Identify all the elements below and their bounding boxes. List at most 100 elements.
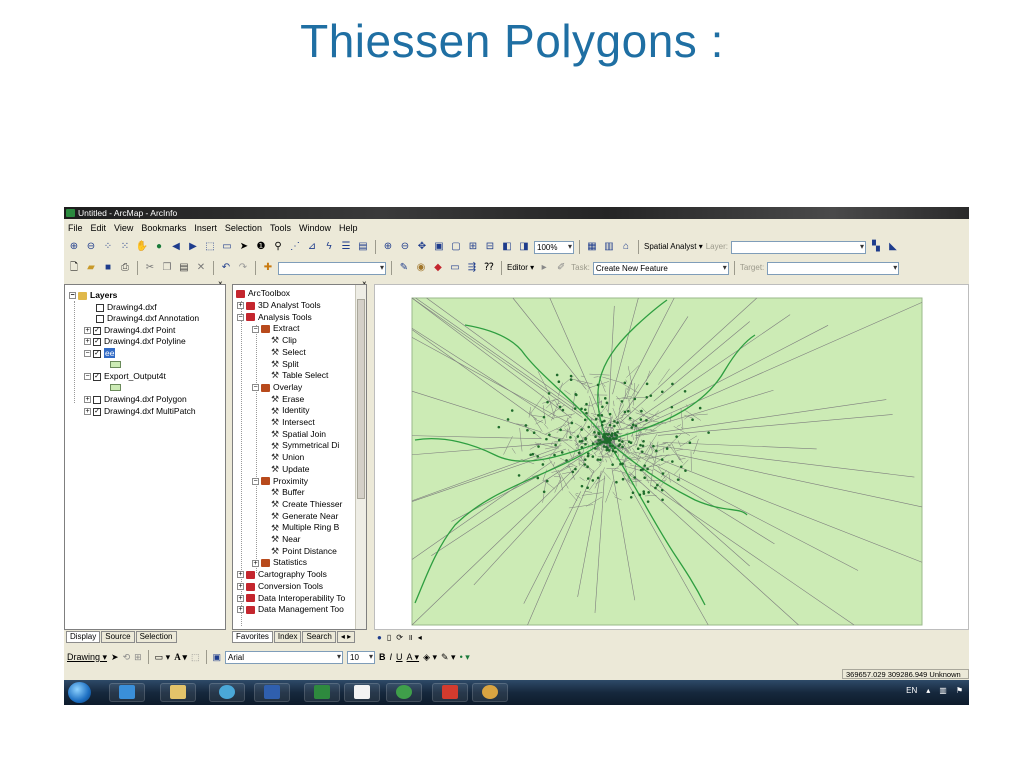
expand-icon[interactable]: + xyxy=(252,559,259,567)
bold-icon[interactable]: B xyxy=(379,652,386,662)
tab-display[interactable]: Display xyxy=(66,631,101,643)
layout-view-icon[interactable]: ▯ xyxy=(387,632,391,644)
print-icon[interactable]: ⎙ xyxy=(118,261,132,275)
window-titlebar[interactable]: Untitled - ArcMap - ArcInfo xyxy=(64,207,969,219)
tab-favorites[interactable]: Favorites xyxy=(232,631,273,643)
forward-arrow-icon[interactable]: ▶ xyxy=(186,240,200,254)
toolbox-item-table-select[interactable]: ⚒ Table Select xyxy=(271,370,328,381)
presentation-app-icon[interactable] xyxy=(432,683,468,702)
go-back-extent-icon[interactable]: ◧ xyxy=(500,240,514,254)
select-elements-arrow-icon[interactable]: ➤ xyxy=(111,652,119,663)
toolbox-item-data-interoperability-to[interactable]: + Data Interoperability To xyxy=(237,593,345,604)
toc-layer-export-output[interactable]: − ✓ Export_Output4t xyxy=(84,371,166,382)
drawing-menu[interactable]: Drawing ▾ xyxy=(67,652,107,663)
spatial-analyst-menu[interactable]: Spatial Analyst ▾ xyxy=(644,240,703,254)
toolbox-item-erase[interactable]: ⚒ Erase xyxy=(271,394,304,405)
menu-tools[interactable]: Tools xyxy=(270,221,291,235)
edit-vertices-icon[interactable]: ⬚ xyxy=(191,652,200,663)
clear-selection-icon[interactable]: ▭ xyxy=(220,240,234,254)
toolbox-item-symmetrical-di[interactable]: ⚒ Symmetrical Di xyxy=(271,440,339,451)
toolbox-item-split[interactable]: ⚒ Split xyxy=(271,359,299,370)
toolbox-item-update[interactable]: ⚒ Update xyxy=(271,464,310,475)
command-line-icon[interactable]: ▭ xyxy=(448,261,462,275)
arccatalog-icon[interactable]: ◉ xyxy=(414,261,428,275)
expand-icon[interactable]: + xyxy=(84,327,91,335)
collapse-icon[interactable]: − xyxy=(252,477,259,485)
language-indicator[interactable]: EN xyxy=(906,686,917,695)
font-name-combo[interactable]: Arial xyxy=(225,650,344,664)
menu-insert[interactable]: Insert xyxy=(194,221,217,235)
toc-layer-drawing4[interactable]: Drawing4.dxf xyxy=(96,302,157,313)
collapse-icon[interactable]: − xyxy=(252,325,259,333)
toolbox-item-proximity[interactable]: − Proximity xyxy=(252,476,308,487)
toolbox-item-cartography-tools[interactable]: + Cartography Tools xyxy=(237,569,327,580)
task-combo[interactable]: Create New Feature xyxy=(592,261,729,275)
identify-icon[interactable]: ❶ xyxy=(254,240,268,254)
menu-view[interactable]: View xyxy=(114,221,133,235)
layer-checkbox-checked[interactable]: ✓ xyxy=(93,372,101,381)
toolbox-item-extract[interactable]: − Extract xyxy=(252,323,299,334)
html-popup-icon[interactable]: ☰ xyxy=(339,240,353,254)
menu-bookmarks[interactable]: Bookmarks xyxy=(141,221,186,235)
toolbox-item-create-thiesser[interactable]: ⚒ Create Thiesser xyxy=(271,499,342,510)
layer-checkbox[interactable] xyxy=(93,395,101,404)
zoom-to-selected-icon[interactable]: ⊞ xyxy=(134,652,142,663)
layout-pan-icon[interactable]: ✥ xyxy=(415,240,429,254)
go-to-xy-icon[interactable]: ⋰ xyxy=(288,240,302,254)
toolbox-item-select[interactable]: ⚒ Select xyxy=(271,347,306,358)
fixed-zoom-in-icon[interactable]: ⁘ xyxy=(101,240,115,254)
paste-icon[interactable]: ▤ xyxy=(177,261,191,275)
fixed-zoom-out-icon[interactable]: ⁙ xyxy=(118,240,132,254)
whats-this-icon[interactable]: ⁇ xyxy=(482,261,496,275)
toolbox-item-near[interactable]: ⚒ Near xyxy=(271,534,301,545)
layer-checkbox[interactable] xyxy=(96,303,104,312)
export-output-symbol-swatch[interactable] xyxy=(110,384,121,391)
raster-icon[interactable]: ◣ xyxy=(886,240,900,254)
collapse-icon[interactable]: − xyxy=(84,350,91,358)
ee-symbol-swatch[interactable] xyxy=(110,361,121,368)
expand-icon[interactable]: + xyxy=(84,408,91,416)
hyperlink-icon[interactable]: ϟ xyxy=(322,240,336,254)
expand-icon[interactable]: + xyxy=(237,594,244,602)
shp-epa-icon[interactable] xyxy=(344,683,380,702)
expand-icon[interactable]: + xyxy=(84,396,91,404)
histogram-icon[interactable]: ▚ xyxy=(869,240,883,254)
toolbox-item-intersect[interactable]: ⚒ Intersect xyxy=(271,417,315,428)
redo-icon[interactable]: ↷ xyxy=(236,261,250,275)
expand-icon[interactable]: + xyxy=(237,606,244,614)
excel-icon[interactable] xyxy=(304,683,340,702)
line-color-icon[interactable]: ✎ ▾ xyxy=(441,652,456,663)
toolbox-scrollbar[interactable] xyxy=(355,285,366,629)
toolbox-item-conversion-tools[interactable]: + Conversion Tools xyxy=(237,581,323,592)
toolbox-item-clip[interactable]: ⚒ Clip xyxy=(271,335,297,346)
italic-icon[interactable]: I xyxy=(390,652,393,662)
toolbox-item-union[interactable]: ⚒ Union xyxy=(271,452,304,463)
toolbox-item-statistics[interactable]: + Statistics xyxy=(252,557,307,568)
toolbox-item-identity[interactable]: ⚒ Identity xyxy=(271,405,309,416)
back-arrow-icon[interactable]: ◀ xyxy=(169,240,183,254)
copy-icon[interactable]: ❐ xyxy=(160,261,174,275)
pan-hand-icon[interactable]: ✋ xyxy=(135,240,149,254)
menu-file[interactable]: File xyxy=(68,221,83,235)
expand-icon[interactable]: + xyxy=(237,571,244,579)
toc-layer-ee[interactable]: − ✓ ee xyxy=(84,348,116,359)
menu-window[interactable]: Window xyxy=(299,221,331,235)
collapse-icon[interactable]: − xyxy=(252,384,259,392)
map-scale-combo[interactable] xyxy=(278,261,386,275)
file-explorer-icon[interactable] xyxy=(160,683,196,702)
toolbox-item-spatial-join[interactable]: ⚒ Spatial Join xyxy=(271,429,326,440)
zoom-percent-combo[interactable]: 100% xyxy=(534,240,574,254)
toolbox-item-point-distance[interactable]: ⚒ Point Distance xyxy=(271,546,337,557)
rotate-icon[interactable]: ⟲ xyxy=(123,652,131,663)
toc-layer-point[interactable]: + ✓ Drawing4.dxf Point xyxy=(84,325,175,336)
expand-icon[interactable]: + xyxy=(237,302,244,310)
expand-icon[interactable]: + xyxy=(237,583,244,591)
time-slider-icon[interactable]: ▤ xyxy=(356,240,370,254)
toolbox-item-multiple-ring-b[interactable]: ⚒ Multiple Ring B xyxy=(271,522,339,533)
toggle-draft-icon[interactable]: ▦ xyxy=(585,240,599,254)
word-icon[interactable] xyxy=(254,683,290,702)
new-document-icon[interactable]: 🗋 xyxy=(67,261,81,275)
paint-icon[interactable] xyxy=(472,683,508,702)
editor-menu[interactable]: Editor ▾ xyxy=(507,261,534,275)
toolbox-item-analysis-tools[interactable]: − Analysis Tools xyxy=(237,312,312,323)
